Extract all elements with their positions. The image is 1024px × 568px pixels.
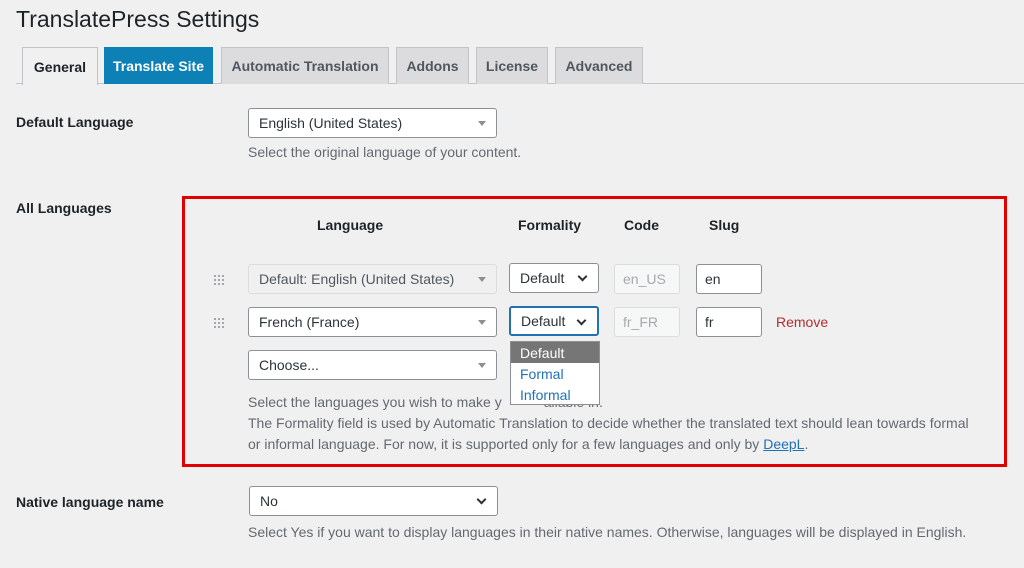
drag-handle-icon[interactable] [213, 316, 225, 334]
tab-advanced[interactable]: Advanced [555, 47, 643, 84]
tab-general[interactable]: General [22, 47, 98, 85]
formality-dropdown-menu: Default Formal Informal [510, 341, 600, 405]
tab-license[interactable]: License [476, 47, 548, 84]
native-language-value: No [260, 493, 278, 509]
column-header-language: Language [317, 217, 384, 233]
formality-option-formal[interactable]: Formal [511, 363, 599, 384]
remove-language-link[interactable]: Remove [776, 314, 828, 330]
tab-addons[interactable]: Addons [396, 47, 469, 84]
tab-translate-site[interactable]: Translate Site [104, 47, 213, 84]
description-line-3: or informal language. For now, it is sup… [248, 434, 998, 455]
description-line-1: Select the languages you wish to make ya… [248, 392, 998, 413]
slug-field[interactable]: fr [696, 307, 762, 337]
native-language-label: Native language name [16, 494, 164, 510]
all-languages-description: Select the languages you wish to make ya… [248, 392, 998, 455]
chevron-down-icon [577, 271, 588, 282]
chevron-down-icon [576, 315, 587, 326]
language-value: Default: English (United States) [259, 271, 455, 287]
default-language-value: English (United States) [259, 115, 403, 131]
caret-down-icon [478, 277, 486, 282]
formality-option-default[interactable]: Default [511, 342, 599, 363]
caret-down-icon [478, 363, 486, 368]
column-header-slug: Slug [709, 217, 740, 233]
code-field: fr_FR [614, 307, 680, 337]
chevron-down-icon [476, 494, 487, 505]
add-language-select[interactable]: Choose... [248, 350, 497, 380]
description-line-2: The Formality field is used by Automatic… [248, 415, 969, 431]
description-1-left: Select the languages you wish to make y [248, 394, 502, 410]
default-language-select[interactable]: English (United States) [248, 108, 497, 138]
formality-option-informal[interactable]: Informal [511, 384, 599, 405]
native-language-description: Select Yes if you want to display langua… [248, 524, 967, 540]
language-select-default: Default: English (United States) [248, 264, 497, 294]
formality-select-default[interactable]: Default [509, 263, 599, 293]
description-2-text: or informal language. For now, it is sup… [248, 436, 764, 452]
formality-select-french[interactable]: Default [509, 306, 599, 336]
add-language-placeholder: Choose... [259, 357, 319, 373]
slug-field[interactable]: en [696, 264, 762, 294]
column-header-formality: Formality [518, 217, 582, 233]
language-select-french[interactable]: French (France) [248, 307, 497, 337]
formality-value: Default [520, 270, 565, 286]
default-language-description: Select the original language of your con… [248, 144, 522, 160]
deepl-link[interactable]: DeepL [763, 436, 804, 452]
caret-down-icon [478, 121, 486, 126]
page-title: TranslatePress Settings [16, 6, 260, 32]
caret-down-icon [478, 320, 486, 325]
column-header-code: Code [624, 217, 659, 233]
formality-value: Default [521, 313, 566, 329]
description-2-end: . [804, 436, 809, 452]
native-language-select[interactable]: No [249, 486, 498, 516]
all-languages-label: All Languages [16, 200, 112, 216]
drag-handle-icon[interactable] [213, 273, 225, 291]
default-language-label: Default Language [16, 114, 134, 130]
code-field: en_US [614, 264, 680, 294]
tab-automatic-translation[interactable]: Automatic Translation [221, 47, 389, 84]
language-value: French (France) [259, 314, 360, 330]
